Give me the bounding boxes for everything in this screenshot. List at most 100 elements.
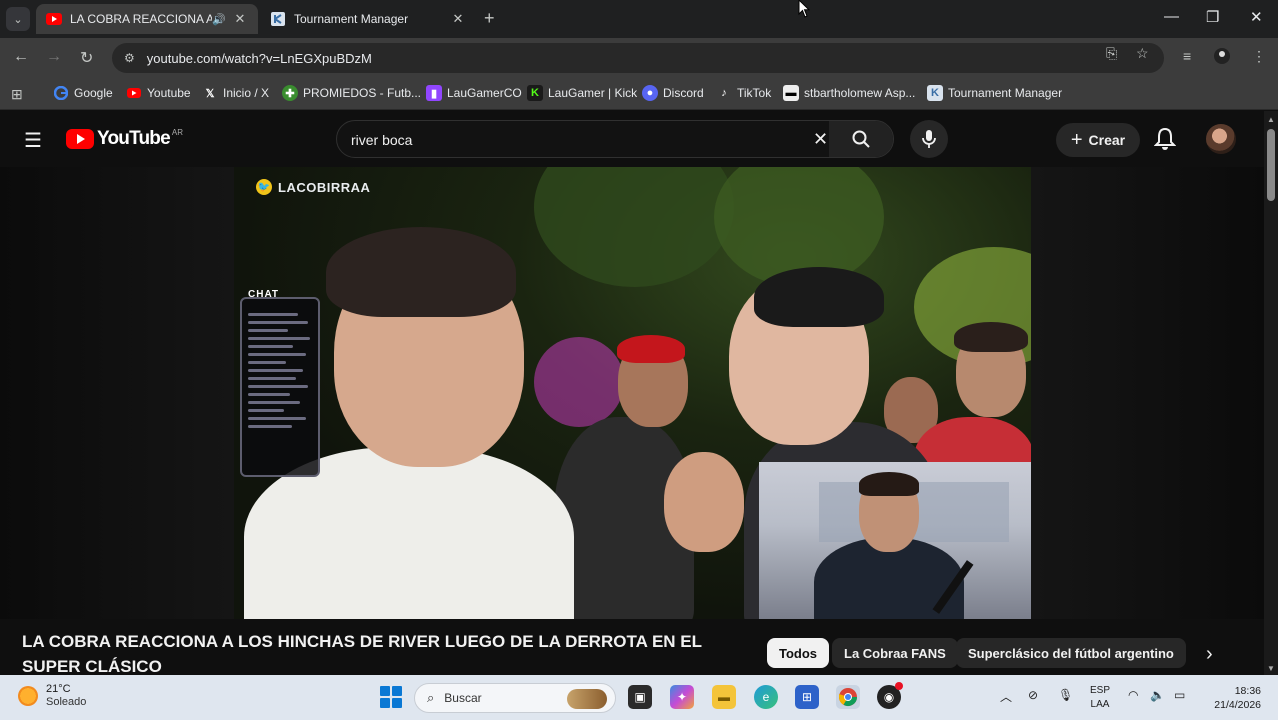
bookmark-stbartholomew[interactable]: ▬ stbartholomew Asp... [783,85,915,101]
minimize-icon[interactable]: — [1164,8,1179,25]
search-button[interactable] [829,121,893,157]
close-tab-icon[interactable]: ✕ [450,11,466,27]
bookmark-discord[interactable]: ● Discord [642,85,704,101]
profile-icon[interactable] [1214,48,1230,67]
bookmark-star-icon[interactable]: ☆ [1136,45,1149,62]
country-code: AR [171,127,183,137]
tab-title: Tournament Manager [294,12,409,26]
logo-wordmark: YouTube [97,128,171,149]
more-menu-icon[interactable]: ⋮ [1252,48,1266,65]
bookmark-label: Tournament Manager [948,86,1063,100]
reload-icon[interactable]: ↻ [80,48,93,68]
bookmark-tiktok[interactable]: ♪ TikTok [716,85,771,101]
edge-icon[interactable]: e [754,685,778,709]
streamer-hair [859,472,919,496]
bookmark-youtube[interactable]: Youtube [126,85,191,101]
tab-strip: ⌄ LA COBRA REACCIONA A LO 🔊 ✕ Tournament… [0,0,1278,38]
apps-grid-icon[interactable]: ⊞ [11,86,23,103]
tab-youtube-video[interactable]: LA COBRA REACCIONA A LO 🔊 ✕ [36,4,258,34]
bookmark-x[interactable]: 𝕏 Inicio / X [202,85,269,101]
voice-search-button[interactable] [910,120,948,158]
red-cap [617,335,685,363]
site-info-icon[interactable]: ⚙ [124,51,135,65]
tournament-icon: K [927,85,943,101]
search-box[interactable]: river boca ✕ [336,120,894,158]
restore-icon[interactable]: ❐ [1206,8,1219,26]
video-info-bar: LA COBRA REACCIONA A LOS HINCHAS DE RIVE… [0,619,1264,676]
bookmark-laugamerco[interactable]: ▮ LauGamerCO [426,85,522,101]
forward-arrow-icon[interactable]: → [46,48,62,66]
tab-title: LA COBRA REACCIONA A LO [70,12,213,26]
task-view-icon[interactable]: ▣ [628,685,652,709]
youtube-icon [126,85,142,101]
windows-taskbar: 21°C Soleado ⌕ Buscar ▣ ✦ ▬ e ⊞ ◉ ︿ ⊘ 🎙 … [0,675,1278,720]
chrome-icon[interactable] [836,685,860,709]
youtube-logo[interactable]: YouTube AR [66,128,183,150]
chevron-right-icon[interactable]: › [1206,643,1213,666]
promiedos-icon: ✚ [282,85,298,101]
chip-superclasico[interactable]: Superclásico del fútbol argentino [956,638,1186,668]
wifi-icon[interactable]: ◠ [1128,688,1138,702]
create-button[interactable]: + Crear [1056,123,1140,157]
app-with-badge-icon[interactable]: ◉ [877,682,903,709]
bookmark-label: Discord [663,86,704,100]
microsoft-store-icon[interactable]: ⊞ [795,685,819,709]
chip-la-cobraa-fans[interactable]: La Cobraa FANS [832,638,958,668]
weather-widget[interactable]: 21°C Soleado [18,683,86,709]
tab-search-button[interactable]: ⌄ [6,7,30,31]
media-control-icon[interactable]: ≡ [1183,48,1191,64]
mouse-cursor-icon [798,0,810,18]
bookmark-promiedos[interactable]: ✚ PROMIEDOS - Futb... [282,85,421,101]
battery-icon[interactable]: ▭ [1174,688,1185,702]
search-highlight-icon [567,689,607,709]
taskbar-search[interactable]: ⌕ Buscar [414,683,616,713]
close-tab-icon[interactable]: ✕ [232,11,248,27]
taskbar-search-placeholder: Buscar [444,691,482,705]
windows-start-icon[interactable] [380,686,402,708]
page-scrollbar[interactable]: ▲ ▼ [1264,111,1278,675]
plus-icon: + [1070,128,1083,151]
bookmark-kick[interactable]: K LauGamer | Kick [527,85,637,101]
microphone-tray-icon[interactable]: 🎙 [1058,688,1073,702]
bookmark-google[interactable]: Google [53,85,113,101]
youtube-favicon-icon [46,11,62,27]
notifications-bell-icon[interactable] [1153,127,1177,156]
search-input[interactable]: river boca [351,132,412,148]
back-arrow-icon[interactable]: ← [13,48,29,66]
search-icon [852,130,870,148]
twitter-bird-icon: 🐦 [256,179,272,195]
speaker-icon[interactable]: 🔊 [212,13,226,26]
show-hidden-icons-icon[interactable]: ︿ [1000,688,1012,705]
account-avatar[interactable] [1206,124,1236,154]
url-text: youtube.com/watch?v=LnEGXpuBDzM [146,50,372,66]
handshake [664,452,744,552]
create-label: Crear [1088,132,1126,148]
weather-description: Soleado [46,696,87,708]
close-window-icon[interactable]: ✕ [1250,8,1263,26]
microphone-icon [922,130,936,148]
scroll-down-icon[interactable]: ▼ [1267,664,1275,673]
hamburger-menu-icon[interactable]: ☰ [24,128,42,153]
scroll-up-icon[interactable]: ▲ [1267,115,1275,124]
file-explorer-icon[interactable]: ▬ [712,685,736,709]
video-area: 🐦 LACOBIRRAA CHAT [0,167,1264,619]
clear-search-icon[interactable]: ✕ [813,129,828,150]
bookmark-tournament-manager[interactable]: K Tournament Manager [927,85,1062,101]
discord-icon: ● [642,85,658,101]
system-clock[interactable]: 18:36 21/4/2026 [1205,684,1261,712]
video-player[interactable]: 🐦 LACOBIRRAA CHAT [234,167,1031,619]
network-off-icon[interactable]: ⊘ [1028,688,1038,702]
pink-light [534,337,624,427]
input-language[interactable]: ESP LAA [1090,684,1110,712]
copilot-icon[interactable]: ✦ [670,685,694,709]
install-app-icon[interactable]: ⎘ [1106,45,1117,62]
volume-icon[interactable]: 🔈 [1150,688,1165,702]
tab-tournament-manager[interactable]: Tournament Manager ✕ [260,4,476,34]
new-tab-plus-icon[interactable]: + [484,8,495,29]
video-title: LA COBRA REACCIONA A LOS HINCHAS DE RIVE… [22,632,702,676]
scrollbar-thumb[interactable] [1267,129,1275,201]
address-bar[interactable]: ⚙ youtube.com/watch?v=LnEGXpuBDzM [112,43,1164,73]
bookmark-label: stbartholomew Asp... [804,86,916,100]
bookmark-label: LauGamer | Kick [548,86,638,100]
chip-todos[interactable]: Todos [767,638,830,668]
